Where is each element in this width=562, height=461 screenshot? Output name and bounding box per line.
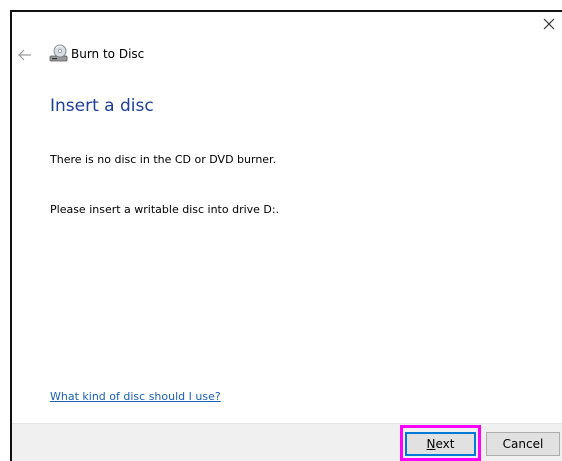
burn-to-disc-wizard: Burn to Disc Insert a disc There is no d… bbox=[0, 0, 562, 461]
back-button[interactable] bbox=[14, 44, 36, 66]
no-disc-message: There is no disc in the CD or DVD burner… bbox=[50, 153, 277, 166]
disc-help-link[interactable]: What kind of disc should I use? bbox=[50, 390, 221, 403]
next-mnemonic: N bbox=[426, 437, 436, 451]
disc-burner-icon bbox=[49, 44, 68, 62]
next-button[interactable]: Next bbox=[405, 432, 476, 456]
next-label: ext bbox=[435, 437, 455, 451]
cancel-button[interactable]: Cancel bbox=[486, 432, 560, 456]
back-arrow-icon bbox=[18, 49, 31, 61]
close-icon bbox=[543, 18, 555, 30]
window-title: Burn to Disc bbox=[71, 47, 145, 61]
page-heading: Insert a disc bbox=[50, 96, 154, 116]
close-button[interactable] bbox=[537, 12, 561, 36]
insert-disc-message: Please insert a writable disc into drive… bbox=[50, 203, 280, 216]
